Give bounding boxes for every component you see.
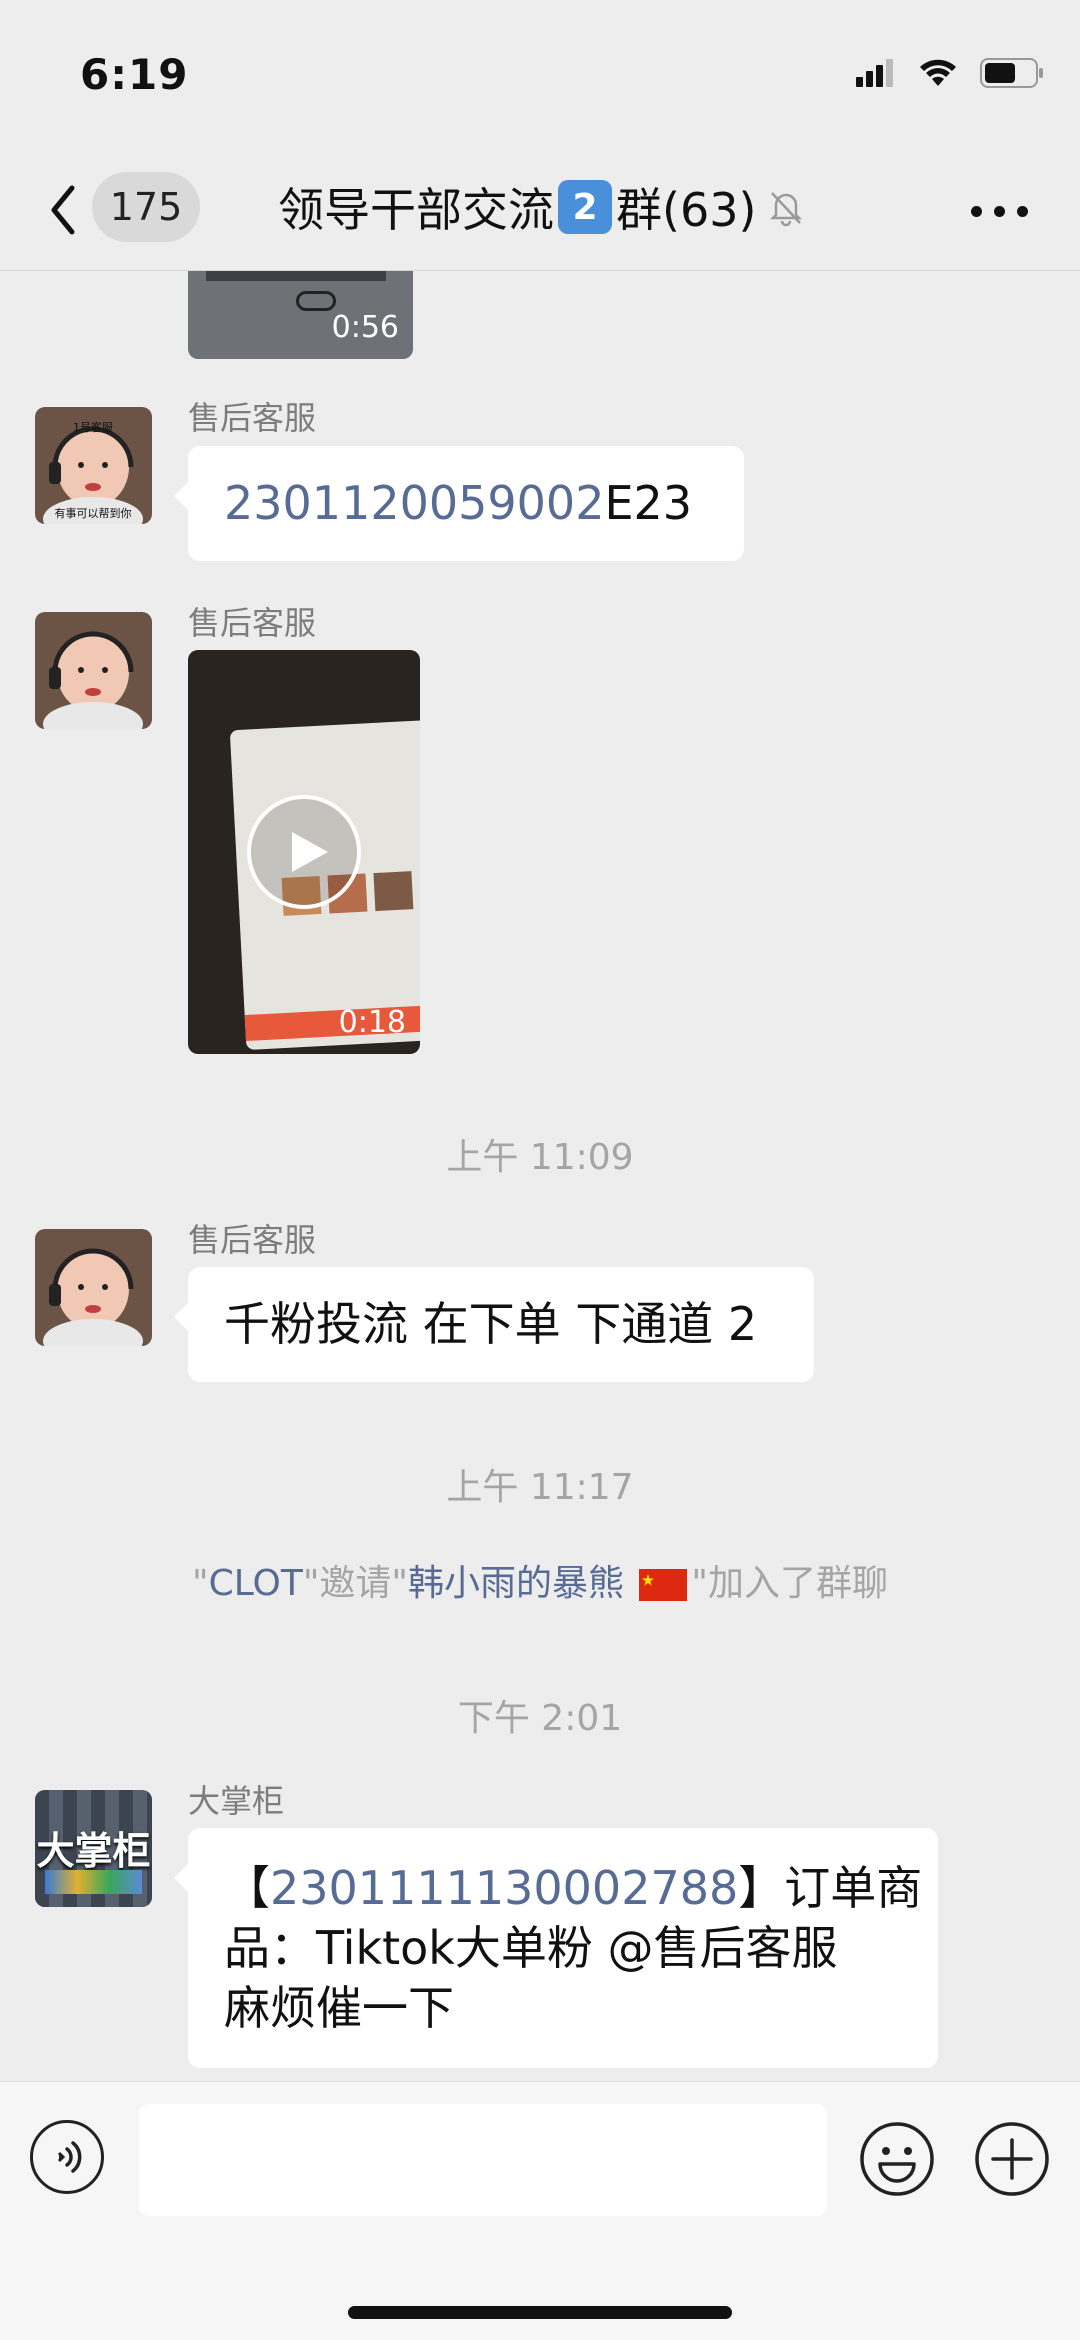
sender-name: 售后客服	[188, 604, 317, 642]
message-text: 千粉投流 在下单 下通道 2	[224, 1297, 758, 1351]
input-bar	[0, 2081, 1080, 2340]
muted-bell-icon	[770, 192, 803, 227]
chat-header: 175 领导干部交流 2 群(63)	[0, 150, 1080, 271]
unread-count-badge[interactable]: 175	[92, 172, 200, 242]
video-message[interactable]: 0:56	[188, 271, 413, 359]
keycap-number-emoji: 2	[558, 180, 612, 234]
battery-icon	[980, 58, 1043, 88]
sender-name: 大掌柜	[188, 1782, 285, 1820]
text-message-bubble[interactable]: 千粉投流 在下单 下通道 2	[174, 1267, 814, 1382]
message-input[interactable]	[139, 2104, 827, 2216]
timestamp: 上午 11:17	[446, 1467, 634, 1508]
home-indicator[interactable]	[348, 2306, 732, 2319]
video-duration: 0:56	[331, 310, 399, 345]
plus-icon[interactable]	[973, 2120, 1051, 2198]
signal-icon	[856, 59, 893, 87]
chat-title-suffix: 群(63)	[616, 183, 757, 237]
order-number-link[interactable]: 2301120059002	[224, 476, 604, 530]
chat-title-prefix: 领导干部交流	[278, 183, 554, 237]
video-message[interactable]: 0:18	[188, 650, 420, 1054]
china-flag-icon	[639, 1569, 688, 1601]
status-bar: 6:19	[0, 0, 1080, 150]
status-icons	[856, 58, 1044, 88]
timestamp: 上午 11:09	[446, 1137, 634, 1178]
voice-input-icon[interactable]	[30, 2120, 104, 2194]
video-duration: 0:18	[338, 1005, 406, 1040]
message-text: E23	[604, 476, 693, 530]
avatar[interactable]	[35, 1229, 152, 1346]
sender-name: 售后客服	[188, 399, 317, 437]
emoji-icon[interactable]	[858, 2120, 936, 2198]
wifi-icon	[920, 59, 956, 86]
message-text: 品：Tiktok大单粉 @售后客服	[224, 1921, 838, 1975]
back-chevron-icon[interactable]	[44, 180, 84, 240]
status-time: 6:19	[80, 50, 189, 99]
avatar[interactable]: 1号客服 有事可以帮到你	[35, 407, 152, 524]
message-list[interactable]: 0:56 1号客服 有事可以帮到你 售后客服 2301120059002E23	[0, 271, 1080, 2081]
avatar-badge-top: 1号客服	[73, 420, 113, 434]
system-message: "CLOT"邀请"韩小雨的暴熊 "加入了群聊	[192, 1563, 888, 1604]
message-text: 麻烦催一下	[224, 1981, 454, 2035]
avatar[interactable]	[35, 612, 152, 729]
avatar[interactable]: 大掌柜	[35, 1790, 152, 1907]
text-message-bubble[interactable]: 【2301111130002788】订单商 品：Tiktok大单粉 @售后客服 …	[174, 1828, 938, 2068]
avatar-badge-bottom: 有事可以帮到你	[55, 506, 132, 520]
inviter-name[interactable]: CLOT	[209, 1563, 303, 1604]
chat-title[interactable]: 领导干部交流 2 群(63)	[278, 172, 806, 242]
text-message-bubble[interactable]: 2301120059002E23	[174, 446, 744, 561]
order-number-link[interactable]: 2301111130002788	[270, 1861, 738, 1915]
timestamp: 下午 2:01	[457, 1698, 623, 1739]
play-icon[interactable]	[246, 794, 362, 910]
invitee-name[interactable]: 韩小雨的暴熊	[408, 1563, 624, 1604]
more-options-icon[interactable]	[971, 206, 1028, 217]
sender-name: 售后客服	[188, 1221, 317, 1259]
avatar-text: 大掌柜	[36, 1829, 151, 1873]
